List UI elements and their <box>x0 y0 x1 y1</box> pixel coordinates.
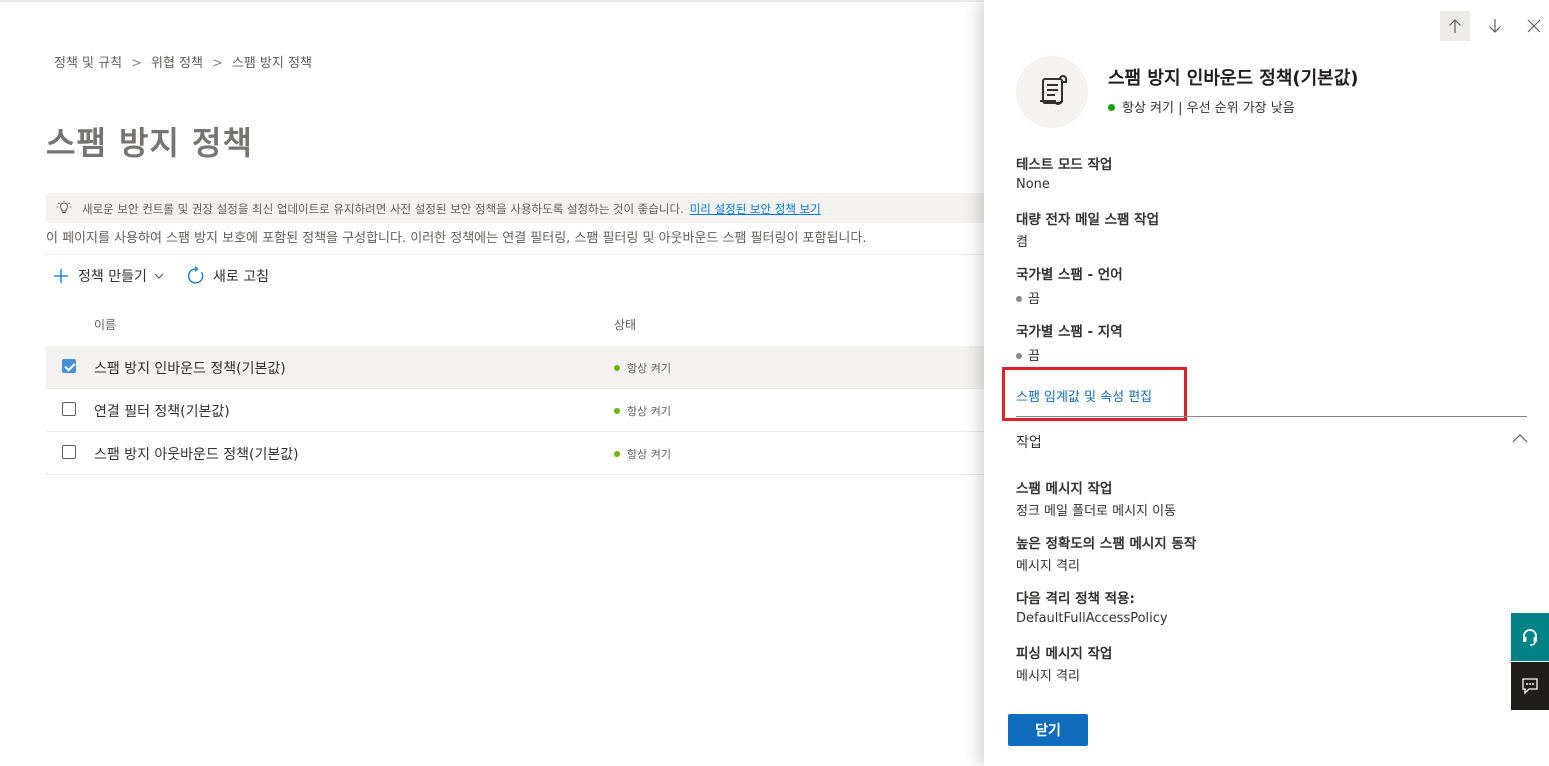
table-row[interactable]: 연결 필터 정책(기본값) 항상 켜기 <box>46 389 1000 432</box>
refresh-button[interactable]: 새로 고침 <box>186 266 269 286</box>
status-dot <box>614 451 620 457</box>
headset-icon <box>1523 629 1537 646</box>
arrow-up-icon <box>1449 19 1461 33</box>
banner-text-container: 새로운 보안 컨트롤 및 권장 설정을 최신 업데이트로 유지하려면 사전 설정… <box>82 201 821 217</box>
row-status: 항상 켜기 <box>614 403 671 419</box>
action-value-spam: 정크 메일 폴더로 메시지 이동 <box>1016 504 1177 519</box>
breadcrumb-item-threat-policies[interactable]: 위협 정책 <box>151 56 203 71</box>
field-value-bulk-mail: 켬 <box>1016 235 1028 250</box>
action-label-high-confidence: 높은 정확도의 스팸 메시지 동작 <box>1016 536 1197 552</box>
lightbulb-icon <box>56 200 72 213</box>
refresh-icon <box>187 266 204 284</box>
action-label-quarantine-policy: 다음 격리 정책 적용: <box>1016 591 1135 607</box>
previous-item-button[interactable] <box>1440 11 1470 41</box>
field-label-intl-language: 국가별 스팸 - 언어 <box>1016 267 1123 283</box>
action-label-phishing: 피싱 메시지 작업 <box>1016 646 1113 662</box>
row-checkbox[interactable] <box>62 402 76 416</box>
action-value-quarantine-policy: DefaultFullAccessPolicy <box>1016 611 1168 626</box>
chevron-up-icon[interactable] <box>1512 433 1528 445</box>
status-dot <box>614 365 620 371</box>
policy-details-flyout: 스팸 방지 인바운드 정책(기본값) 항상 켜기 | 우선 순위 가장 낮음 테… <box>984 0 1549 766</box>
panel-title: 스팸 방지 인바운드 정책(기본값) <box>1108 68 1359 89</box>
breadcrumb-item-current: 스팸 방지 정책 <box>231 56 312 71</box>
row-status: 항상 켜기 <box>614 360 671 376</box>
breadcrumb-item-policies[interactable]: 정책 및 규칙 <box>54 56 122 71</box>
field-value-text: 끔 <box>1028 292 1040 307</box>
status-dot <box>1016 295 1022 302</box>
row-status-text: 항상 켜기 <box>627 405 671 418</box>
table-row[interactable]: 스팸 방지 아웃바운드 정책(기본값) 항상 켜기 <box>46 432 1000 475</box>
row-name: 스팸 방지 인바운드 정책(기본값) <box>94 361 286 377</box>
column-header-name[interactable]: 이름 <box>94 316 116 333</box>
column-header-status[interactable]: 상태 <box>614 316 636 333</box>
field-value-intl-region: 끔 <box>1016 345 1040 364</box>
panel-status-text: 항상 켜기 | 우선 순위 가장 낮음 <box>1122 101 1295 116</box>
preset-policy-link[interactable]: 미리 설정된 보안 정책 보기 <box>690 202 821 216</box>
row-status: 항상 켜기 <box>614 446 671 462</box>
action-value-phishing: 메시지 격리 <box>1016 669 1080 684</box>
action-label-spam: 스팸 메시지 작업 <box>1016 481 1113 497</box>
next-item-button[interactable] <box>1480 11 1510 41</box>
feedback-button[interactable] <box>1511 662 1549 710</box>
close-panel-button[interactable] <box>1519 11 1549 41</box>
row-checkbox[interactable] <box>62 359 76 373</box>
field-value-text: 끔 <box>1028 349 1040 364</box>
status-dot <box>614 408 620 414</box>
policy-avatar <box>1016 56 1088 128</box>
action-value-high-confidence: 메시지 격리 <box>1016 559 1080 574</box>
row-checkbox[interactable] <box>62 445 76 459</box>
help-button[interactable] <box>1511 613 1549 661</box>
refresh-label: 새로 고침 <box>213 269 269 285</box>
scroll-policy-icon <box>1040 75 1067 105</box>
field-value-intl-language: 끔 <box>1016 288 1040 307</box>
row-name: 스팸 방지 아웃바운드 정책(기본값) <box>94 447 299 463</box>
plus-icon <box>54 269 68 283</box>
breadcrumb-separator: > <box>131 56 142 71</box>
status-dot <box>1016 352 1022 359</box>
divider <box>46 254 1000 255</box>
status-dot <box>1108 104 1115 111</box>
chat-feedback-icon <box>1522 678 1538 695</box>
breadcrumb-separator: > <box>211 56 223 71</box>
page-title: 스팸 방지 정책 <box>46 124 253 162</box>
breadcrumb: 정책 및 규칙 > 위협 정책 > 스팸 방지 정책 <box>54 52 312 71</box>
actions-section-header[interactable]: 작업 <box>1016 432 1042 452</box>
chevron-down-icon <box>154 273 164 279</box>
section-divider <box>1016 416 1527 417</box>
row-name: 연결 필터 정책(기본값) <box>94 404 230 420</box>
row-status-text: 항상 켜기 <box>627 448 671 461</box>
create-policy-label: 정책 만들기 <box>78 269 147 285</box>
banner-text: 새로운 보안 컨트롤 및 권장 설정을 최신 업데이트로 유지하려면 사전 설정… <box>82 202 684 216</box>
highlight-box <box>1002 367 1187 421</box>
info-banner: 새로운 보안 컨트롤 및 권장 설정을 최신 업데이트로 유지하려면 사전 설정… <box>46 193 1000 223</box>
close-button[interactable]: 닫기 <box>1008 714 1088 746</box>
field-label-bulk-mail: 대량 전자 메일 스팸 작업 <box>1016 212 1159 228</box>
field-label-intl-region: 국가별 스팸 - 지역 <box>1016 324 1123 340</box>
panel-status: 항상 켜기 | 우선 순위 가장 낮음 <box>1108 97 1295 116</box>
arrow-down-icon <box>1489 19 1501 33</box>
field-label-test-mode: 테스트 모드 작업 <box>1016 157 1113 173</box>
row-status-text: 항상 켜기 <box>627 362 671 375</box>
field-value-test-mode: None <box>1016 177 1050 192</box>
table-row[interactable]: 스팸 방지 인바운드 정책(기본값) 항상 켜기 <box>46 346 1000 389</box>
main-page: 정책 및 규칙 > 위협 정책 > 스팸 방지 정책 스팸 방지 정책 새로운 보안 컨… <box>0 0 1000 766</box>
page-description: 이 페이지를 사용하여 스팸 방지 보호에 포함된 정책을 구성합니다. 이러한… <box>46 231 867 246</box>
create-policy-button[interactable]: 정책 만들기 <box>52 266 165 286</box>
close-icon <box>1527 19 1541 33</box>
